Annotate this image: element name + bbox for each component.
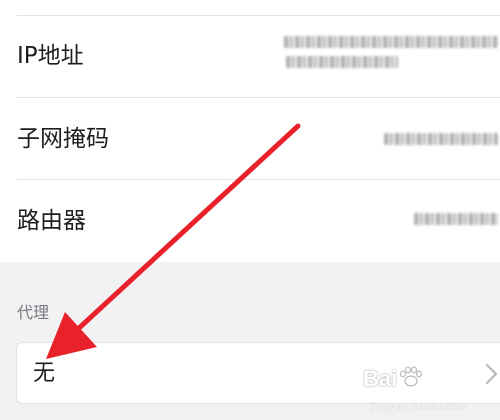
ip-address-label: IP地址 bbox=[17, 43, 84, 69]
subnet-mask-label: 子网掩码 bbox=[17, 126, 109, 152]
subnet-mask-value-blurred bbox=[384, 133, 498, 145]
network-info-card: IP地址 子网掩码 路由器 bbox=[0, 0, 500, 262]
baidu-watermark: Bai jingyan.baidu.com bbox=[354, 362, 500, 420]
watermark-domain: jingyan.baidu.com bbox=[370, 402, 468, 413]
watermark-brand: Bai bbox=[363, 366, 398, 391]
paw-icon bbox=[400, 366, 422, 387]
router-value-blurred bbox=[414, 213, 498, 225]
router-row: 路由器 bbox=[0, 180, 500, 262]
ip-address-value-blurred bbox=[284, 36, 498, 48]
ip-address-row: IP地址 bbox=[0, 16, 500, 97]
proxy-section-title: 代理 bbox=[17, 303, 50, 322]
ip-address-value-blurred bbox=[286, 56, 398, 68]
router-label: 路由器 bbox=[17, 208, 86, 234]
proxy-value: 无 bbox=[33, 361, 56, 386]
subnet-mask-row: 子网掩码 bbox=[0, 98, 500, 179]
